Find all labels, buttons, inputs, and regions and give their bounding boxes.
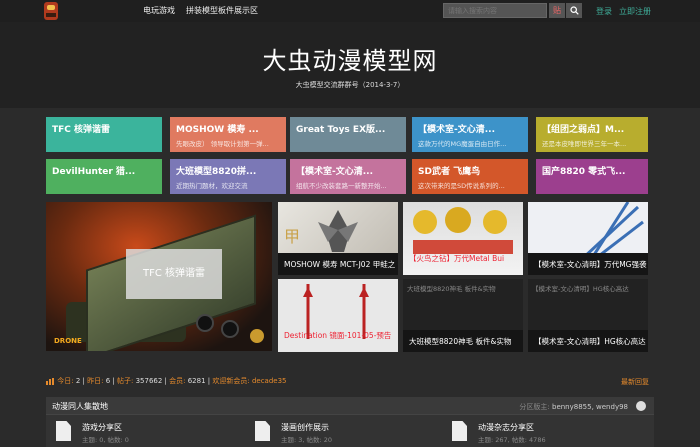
tile-title: TFC 核弹谐雷 <box>52 125 111 135</box>
thumb-destination[interactable]: Destination 镜面-101-05-预告 <box>278 279 398 352</box>
thumb-hg-core[interactable]: 【模术室-文心清明】HG核心高达 【模术室-文心清明】HG核心高达 <box>528 279 648 352</box>
thumb-caption: 大班模型8820神毛 板件&实物 <box>403 330 523 352</box>
tile-subtitle: 近期热门题材，欢迎交流 <box>176 182 248 190</box>
stat-label-posts: 帖子: <box>116 377 134 385</box>
tile-subtitle: 先眼改皮） 领导取计划第一弹... <box>176 140 269 148</box>
tile-title: 【组团之弱点】M... <box>542 125 625 135</box>
thumb-caption: 【模术室-文心清明】HG核心高达 <box>528 330 648 352</box>
document-icon <box>56 421 71 441</box>
stat-label-members: 会员: <box>169 377 186 385</box>
nav-link-model-showcase[interactable]: 拼装模型板件展示区 <box>186 5 258 16</box>
tile-title: DevilHunter 猎... <box>52 167 136 177</box>
forum-category-title[interactable]: 动漫同人集散地 <box>52 401 108 412</box>
search-button[interactable] <box>566 3 582 18</box>
broken-image-alt: 【模术室-文心清明】HG核心高达 <box>532 285 629 293</box>
search-input[interactable] <box>443 3 547 18</box>
board-item[interactable]: 动漫杂志分享区 主题: 267, 帖数: 4786 <box>452 421 602 445</box>
moderators: 分区版主: benny8855, wendy98 <box>519 402 628 412</box>
stat-label-today: 今日: <box>57 377 74 385</box>
site-title: 大虫动漫模型网 <box>262 47 438 75</box>
board-stats: 主题: 3, 帖数: 20 <box>281 436 333 444</box>
thumb-moshow[interactable]: 甲 MOSHOW 模寿 MCT-J02 甲蛙之 <box>278 202 398 275</box>
stat-posts: 357662 <box>135 377 163 385</box>
moderator-names[interactable]: benny8855, wendy98 <box>552 403 628 411</box>
site-subtitle: 大虫模型交流群群号（2014-3-7） <box>295 81 405 89</box>
stat-members: 6281 <box>187 377 206 385</box>
featured-tile[interactable]: TFC 核弹谐雷 <box>46 117 162 152</box>
forum-category: 动漫同人集散地 分区版主: benny8855, wendy98 游戏分享区 主… <box>46 397 654 447</box>
tile-title: 大班模型8820拼... <box>176 167 257 177</box>
featured-tile[interactable]: 【模术室-文心清... 这款万代的MG魔蛋自由日作... <box>412 117 528 152</box>
slide-caption: TFC 核弹谐雷 <box>126 249 222 299</box>
bar-chart-icon <box>46 377 54 385</box>
document-icon <box>452 421 467 441</box>
nav-link-games[interactable]: 电玩游戏 <box>143 5 175 16</box>
featured-tile[interactable]: SD武者 飞鹰鸟这次带来的是SD传说系列的... <box>412 159 528 194</box>
featured-slide-main[interactable]: TFC 核弹谐雷 DRONE <box>46 202 272 351</box>
stat-yesterday: 6 <box>105 377 111 385</box>
thumb-caption: 【火鸟之钻】万代Metal Bui <box>409 254 505 263</box>
wheel-shape <box>196 314 214 332</box>
tile-title: Great Toys EX版... <box>296 125 386 135</box>
tile-title: MOSHOW 模寿 ... <box>176 125 259 135</box>
board-name[interactable]: 游戏分享区 <box>82 422 122 433</box>
stat-label-yesterday: 昨日: <box>87 377 104 385</box>
newest-reply-link[interactable]: 最新回复 <box>621 377 649 387</box>
featured-tile[interactable]: MOSHOW 模寿 ... 先眼改皮） 领导取计划第一弹... <box>170 117 286 152</box>
tile-title: 【模术室-文心清... <box>296 167 373 177</box>
top-navbar: 电玩游戏 拼装模型板件展示区 贴 登录 立即注册 <box>0 0 700 22</box>
board-name[interactable]: 漫画创作展示 <box>281 422 329 433</box>
collapse-toggle-icon[interactable] <box>636 401 646 411</box>
board-item[interactable]: 游戏分享区 主题: 0, 帖数: 0 <box>56 421 206 445</box>
register-link[interactable]: 立即注册 <box>619 6 651 17</box>
featured-tile[interactable]: Great Toys EX版... <box>290 117 406 152</box>
tile-subtitle: 这款万代的MG魔蛋自由日作... <box>418 140 507 148</box>
search-icon <box>569 5 579 15</box>
board-stats: 主题: 267, 帖数: 4786 <box>478 436 546 444</box>
moderators-label: 分区版主: <box>519 403 550 411</box>
featured-tile[interactable]: 国产8820 零式飞... <box>536 159 648 194</box>
newest-member-link[interactable]: decade35 <box>252 377 287 385</box>
featured-tile[interactable]: DevilHunter 猎... <box>46 159 162 194</box>
thumb-8820[interactable]: 大班模型8820神毛 板件&实物 大班模型8820神毛 板件&实物 <box>403 279 523 352</box>
document-icon <box>255 421 270 441</box>
featured-tile[interactable]: 【组团之弱点】M... 还是本皮唯即世界三年一本... <box>536 117 648 152</box>
login-link[interactable]: 登录 <box>596 6 612 17</box>
site-header: 大虫动漫模型网 大虫模型交流群群号（2014-3-7） <box>0 22 700 108</box>
wheel-shape <box>221 320 239 338</box>
featured-tile[interactable]: 大班模型8820拼... 近期热门题材，欢迎交流 <box>170 159 286 194</box>
featured-tile[interactable]: 【模术室-文心清... 组航不少改装套路一新整开始... <box>290 159 406 194</box>
thumb-caption: MOSHOW 模寿 MCT-J02 甲蛙之 <box>278 253 398 275</box>
tile-subtitle: 这次带来的是SD传说系列的... <box>418 182 505 190</box>
board-name[interactable]: 动漫杂志分享区 <box>478 422 534 433</box>
board-stats: 主题: 0, 帖数: 0 <box>82 436 129 444</box>
thumb-caption: 【模术室-文心清明】万代MG强袭 <box>528 253 648 275</box>
tile-subtitle: 还是本皮唯即世界三年一本... <box>542 140 627 148</box>
stat-label-welcome: 欢迎新会员: <box>212 377 250 385</box>
board-item[interactable]: 漫画创作展示 主题: 3, 帖数: 20 <box>255 421 405 445</box>
brand-logo: DRONE <box>54 337 82 345</box>
thumb-mg-strike[interactable]: 【模术室-文心清明】万代MG强袭 <box>528 202 648 275</box>
tile-title: SD武者 飞鹰鸟 <box>418 167 481 177</box>
thumb-caption: Destination 镜面-101-05-预告 <box>284 331 392 340</box>
svg-text:甲: 甲 <box>284 227 300 246</box>
tile-subtitle: 组航不少改装套路一新整开始... <box>296 182 387 190</box>
thumb-metal-build[interactable]: 【火鸟之钻】万代Metal Bui <box>403 202 523 275</box>
site-logo-icon[interactable] <box>44 2 58 20</box>
broken-image-alt: 大班模型8820神毛 板件&实物 <box>407 285 496 293</box>
stat-today: 2 <box>75 377 81 385</box>
tile-title: 国产8820 零式飞... <box>542 167 626 177</box>
badge-icon <box>250 329 264 343</box>
forum-category-header: 动漫同人集散地 分区版主: benny8855, wendy98 <box>46 397 654 415</box>
tile-title: 【模术室-文心清... <box>418 125 495 135</box>
site-stats: 今日: 2 | 昨日: 6 | 帖子: 357662 | 会员: 6281 | … <box>46 376 287 386</box>
search-type-select[interactable]: 贴 <box>549 3 565 18</box>
